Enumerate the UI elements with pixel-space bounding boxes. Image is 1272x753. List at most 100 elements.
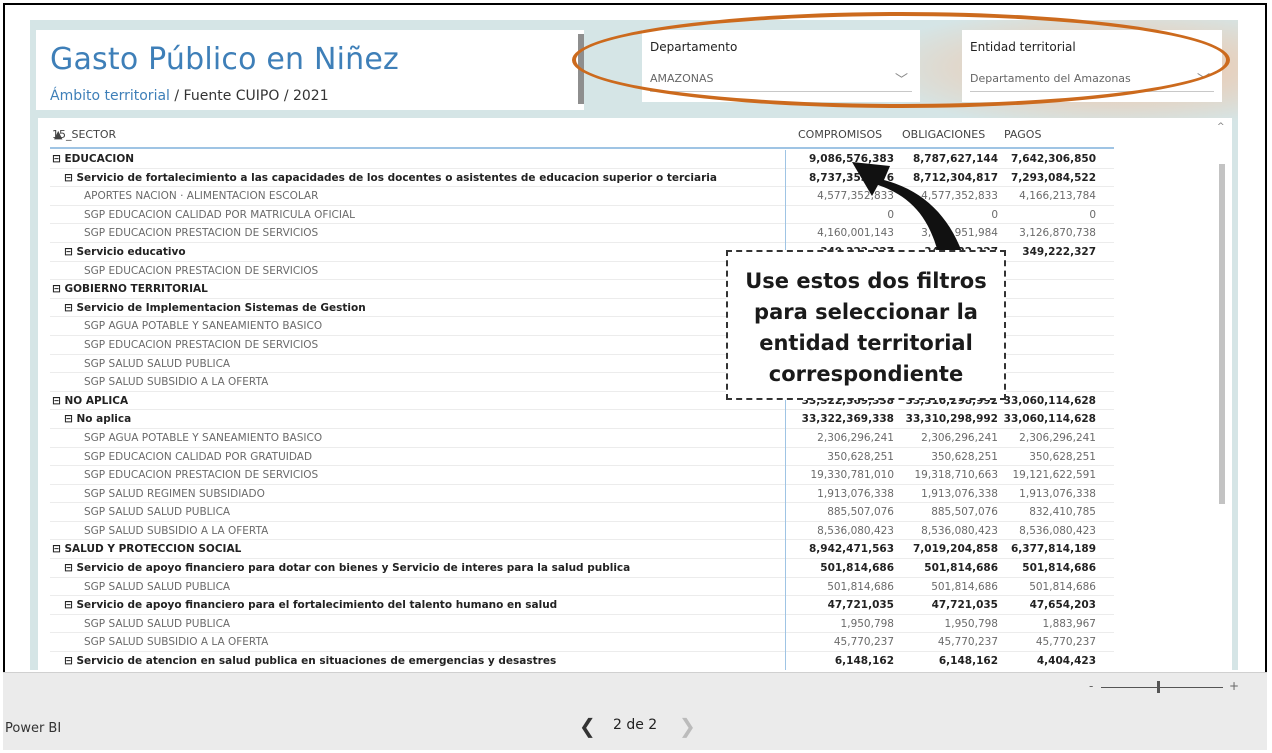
cell-compromisos: 6,148,162 (834, 655, 894, 668)
cell-compromisos: 501,814,686 (820, 562, 894, 575)
cell-pagos: 45,770,237 (1035, 636, 1096, 649)
cell-obligaciones: 45,770,237 (937, 636, 998, 649)
row-label: SGP SALUD SUBSIDIO A LA OFERTA (84, 376, 269, 389)
row-header-separator (785, 150, 786, 670)
cell-pagos: 349,222,327 (1022, 245, 1096, 258)
row-label: ⊟ Servicio educativo (64, 245, 186, 258)
cell-compromisos: 19,330,781,010 (810, 469, 895, 482)
matrix-detail-row[interactable]: SGP AGUA POTABLE Y SANEAMIENTO BASICO 2,3… (50, 429, 1114, 448)
row-label: SGP SALUD SUBSIDIO A LA OFERTA (84, 524, 269, 537)
cell-obligaciones: 0 (991, 208, 998, 221)
cell-pagos: 7,293,084,522 (1010, 171, 1096, 184)
cell-obligaciones: 350,628,251 (931, 450, 998, 463)
row-label: ⊟ Servicio de fortalecimiento a las capa… (64, 171, 717, 184)
report-canvas: Gasto Público en Niñez Ámbito territoria… (30, 20, 1238, 670)
cell-compromisos: 47,721,035 (827, 599, 894, 612)
cell-obligaciones: 8,787,627,144 (912, 153, 998, 165)
matrix-group-row[interactable]: ⊟ Servicio de apoyo financiero para el f… (50, 596, 1114, 615)
cell-obligaciones: 4,577,352,833 (921, 190, 998, 203)
zoom-in-icon[interactable]: + (1229, 679, 1239, 693)
cell-obligaciones: 8,536,080,423 (921, 524, 998, 537)
cell-obligaciones: 1,913,076,338 (921, 487, 998, 500)
matrix-sector-row[interactable]: ⊟ EDUCACION 9,086,576,383 8,787,627,144 7,6… (50, 150, 1114, 169)
matrix-sector-row[interactable]: ⊟ SALUD Y PROTECCION SOCIAL 8,942,471,563… (50, 540, 1114, 560)
matrix-detail-row[interactable]: SGP EDUCACION CALIDAD POR GRATUIDAD 350,6… (50, 448, 1114, 467)
row-label: SGP SALUD SALUD PUBLICA (84, 506, 231, 519)
row-label: ⊟ Servicio de Implementacion Sistemas de… (64, 301, 366, 314)
cell-obligaciones: 3,934,951,984 (921, 227, 998, 240)
cell-pagos: 501,814,686 (1029, 580, 1096, 593)
cell-compromisos: 8,737,353,976 (808, 171, 894, 184)
cell-obligaciones: 7,019,204,858 (912, 543, 998, 556)
report-subtitle: Ámbito territorial / Fuente CUIPO / 2021 (50, 88, 329, 104)
scrollbar-thumb[interactable] (1219, 164, 1225, 504)
cell-pagos: 19,121,622,591 (1012, 469, 1097, 482)
cell-obligaciones: 8,712,304,817 (912, 171, 998, 184)
previous-page-icon[interactable]: ❮ (579, 714, 596, 738)
column-header-obligaciones[interactable]: OBLIGACIONES (902, 128, 985, 141)
matrix-detail-row[interactable]: SGP SALUD SALUD PUBLICA 1,950,798 1,950,79… (50, 615, 1114, 634)
matrix-detail-row[interactable]: SGP EDUCACION PRESTACION DE SERVICIOS 4,1… (50, 224, 1114, 243)
cell-pagos: 1,883,967 (1042, 617, 1096, 630)
matrix-group-row[interactable]: ⊟ Servicio de fortalecimiento a las capa… (50, 169, 1114, 188)
zoom-slider[interactable]: - + (1089, 679, 1239, 695)
row-label: SGP AGUA POTABLE Y SANEAMIENTO BASICO (84, 431, 323, 444)
matrix-group-row[interactable]: ⊟ No aplica 33,322,369,338 33,310,298,992 3… (50, 410, 1114, 429)
row-label: SGP EDUCACION PRESTACION DE SERVICIOS (84, 469, 319, 482)
matrix-detail-row[interactable]: SGP SALUD SUBSIDIO A LA OFERTA 45,770,237… (50, 633, 1114, 653)
matrix-detail-row[interactable]: SGP SALUD REGIMEN SUBSIDIADO 1,913,076,33… (50, 485, 1114, 504)
power-bi-label[interactable]: Power BI (5, 721, 61, 736)
cell-compromisos: 4,160,001,143 (817, 227, 894, 240)
next-page-icon[interactable]: ❯ (679, 714, 696, 738)
row-label: SGP EDUCACION PRESTACION DE SERVICIOS (84, 264, 319, 277)
cell-pagos: 47,654,203 (1029, 599, 1096, 612)
cell-compromisos: 1,913,076,338 (817, 487, 894, 500)
cell-pagos: 2,306,296,241 (1019, 431, 1096, 444)
row-label: ⊟ GOBIERNO TERRITORIAL (52, 283, 208, 296)
cell-compromisos: 885,507,076 (827, 506, 894, 519)
matrix-header: 15_SECTOR COMPROMISOS OBLIGACIONES PAGOS… (50, 124, 1110, 146)
cell-pagos: 6,377,814,189 (1010, 543, 1096, 556)
cell-compromisos: 4,577,352,833 (817, 190, 894, 203)
row-label: ⊟ No aplica (64, 413, 132, 426)
cell-obligaciones: 2,306,296,241 (921, 431, 998, 444)
cell-pagos: 0 (1089, 208, 1096, 221)
row-label: SGP EDUCACION PRESTACION DE SERVICIOS (84, 227, 319, 240)
cell-obligaciones: 885,507,076 (931, 506, 998, 519)
row-label: SGP SALUD SALUD PUBLICA (84, 357, 231, 370)
zoom-knob[interactable] (1157, 681, 1160, 693)
cell-pagos: 4,404,423 (1036, 655, 1096, 668)
matrix-detail-row[interactable]: SGP SALUD SUBSIDIO A LA OFERTA 8,536,080,… (50, 522, 1114, 541)
filter-highlight-ellipse (572, 12, 1230, 108)
cell-pagos: 501,814,686 (1022, 562, 1096, 575)
sort-ascending-icon: ▲ (54, 128, 63, 141)
matrix-detail-row[interactable]: SGP EDUCACION PRESTACION DE SERVICIOS 19,… (50, 466, 1114, 485)
row-label: SGP EDUCACION CALIDAD POR MATRICULA OFIC… (84, 208, 356, 221)
zoom-out-icon[interactable]: - (1089, 679, 1093, 693)
matrix-detail-row[interactable]: SGP EDUCACION CALIDAD POR MATRICULA OFIC… (50, 206, 1114, 225)
column-header-pagos[interactable]: PAGOS (1004, 128, 1041, 141)
row-label: ⊟ Servicio de atencion en salud publica … (64, 655, 557, 668)
row-label: SGP EDUCACION PRESTACION DE SERVICIOS (84, 338, 319, 351)
row-label: ⊟ Servicio de apoyo financiero para dota… (64, 562, 631, 575)
matrix-detail-row[interactable]: APORTES NACION · ALIMENTACION ESCOLAR 4,5… (50, 187, 1114, 206)
report-title: Gasto Público en Niñez (50, 42, 399, 77)
cell-pagos: 33,060,114,628 (1003, 394, 1096, 407)
header-divider (50, 147, 1114, 149)
matrix-detail-row[interactable]: SGP SALUD SALUD PUBLICA 501,814,686 501,81… (50, 578, 1114, 597)
cell-pagos: 8,536,080,423 (1019, 524, 1096, 537)
column-header-compromisos[interactable]: COMPROMISOS (798, 128, 882, 141)
cell-compromisos: 350,628,251 (827, 450, 894, 463)
matrix-group-row[interactable]: ⊟ Servicio de apoyo financiero para dota… (50, 559, 1114, 578)
matrix-body: ⊟ EDUCACION 9,086,576,383 8,787,627,144 7,6… (50, 150, 1114, 670)
cell-obligaciones: 1,950,798 (944, 617, 998, 630)
matrix-detail-row[interactable]: SGP SALUD SALUD PUBLICA 885,507,076 885,50… (50, 503, 1114, 522)
scroll-up-icon[interactable]: ^ (1217, 122, 1225, 132)
vertical-scrollbar[interactable]: ^ (1216, 120, 1228, 668)
matrix-group-row[interactable]: ⊟ Servicio de atencion en salud publica … (50, 652, 1114, 670)
row-label: SGP AGUA POTABLE Y SANEAMIENTO BASICO (84, 320, 323, 333)
cell-compromisos: 1,950,798 (840, 617, 894, 630)
zoom-track[interactable] (1101, 687, 1223, 688)
subtitle-link: Ámbito territorial (50, 88, 170, 104)
cell-obligaciones: 33,310,298,992 (905, 413, 998, 426)
